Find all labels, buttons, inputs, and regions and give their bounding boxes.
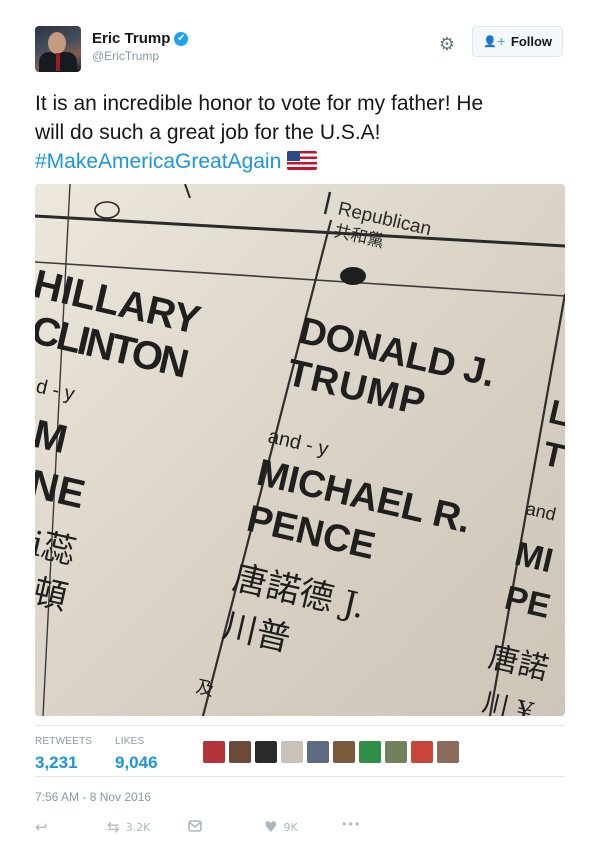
heart-icon: ♥ — [264, 818, 278, 836]
liker-avatar[interactable] — [307, 741, 329, 763]
tweet-text: It is an incredible honor to vote for my… — [35, 89, 565, 176]
liker-avatar[interactable] — [229, 741, 251, 763]
like-count: 9K — [283, 820, 298, 834]
tweet-photo[interactable]: Republican 共和黨 HILLARY CLINTON d - y M N… — [35, 184, 565, 716]
reply-button[interactable]: ↩ — [35, 818, 48, 836]
retweets-count: 3,231 — [35, 753, 78, 772]
liker-avatar[interactable] — [359, 741, 381, 763]
ballot-bubble-filled — [340, 267, 366, 285]
liker-avatar[interactable] — [333, 741, 355, 763]
liker-avatars — [203, 741, 459, 763]
retweet-button[interactable]: ⇆ 3.2K — [107, 818, 150, 836]
liker-avatar[interactable] — [255, 741, 277, 763]
verified-badge-icon: ✔ — [174, 31, 189, 46]
ballot-illustration: Republican 共和黨 HILLARY CLINTON d - y M N… — [35, 184, 565, 716]
stats-bottom-divider — [35, 776, 565, 777]
user-handle[interactable]: @EricTrump — [92, 49, 188, 63]
gear-icon[interactable]: ⚙ — [436, 34, 458, 56]
likes-stat[interactable]: LIKES 9,046 — [115, 736, 158, 773]
retweet-count: 3.2K — [125, 820, 151, 834]
avatar-face — [48, 32, 66, 54]
user-avatar[interactable] — [35, 26, 81, 72]
tweet-timestamp[interactable]: 7:56 AM - 8 Nov 2016 — [35, 790, 151, 804]
reply-icon: ↩ — [35, 818, 48, 836]
likes-count: 9,046 — [115, 753, 158, 772]
like-button[interactable]: ♥ 9K — [264, 818, 298, 836]
liker-avatar[interactable] — [281, 741, 303, 763]
dm-button[interactable] — [188, 818, 202, 836]
tweet-actions: ↩ ⇆ 3.2K ♥ 9K ••• — [35, 818, 565, 838]
liker-avatar[interactable] — [411, 741, 433, 763]
retweets-label: RETWEETS — [35, 736, 93, 747]
tweet-header: Eric Trump ✔ @EricTrump ⚙ 👤+ Follow — [35, 26, 565, 72]
liker-avatar[interactable] — [385, 741, 407, 763]
follow-label: Follow — [510, 34, 553, 49]
envelope-icon — [188, 818, 202, 836]
stats-top-divider — [35, 725, 565, 726]
likes-label: LIKES — [115, 736, 145, 747]
more-button[interactable]: ••• — [341, 818, 360, 831]
tweet-text-line-1: It is an incredible honor to vote for my… — [35, 92, 484, 115]
tweet-hashtag-line: #MakeAmericaGreatAgain — [35, 147, 565, 176]
liker-avatar[interactable] — [437, 741, 459, 763]
retweet-icon: ⇆ — [107, 818, 120, 836]
user-name-block[interactable]: Eric Trump ✔ @EricTrump — [92, 30, 189, 63]
tweet-text-line-2: will do such a great job for the U.S.A! — [35, 121, 381, 144]
retweets-stat[interactable]: RETWEETS 3,231 — [35, 736, 92, 773]
avatar-tie — [56, 53, 60, 71]
display-name[interactable]: Eric Trump — [92, 30, 170, 47]
more-icon: ••• — [341, 818, 361, 831]
follow-person-icon: 👤+ — [482, 35, 506, 48]
follow-button[interactable]: 👤+ Follow — [472, 26, 563, 57]
hashtag-link[interactable]: #MakeAmericaGreatAgain — [35, 150, 281, 173]
name-row: Eric Trump ✔ — [92, 30, 189, 47]
liker-avatar[interactable] — [203, 741, 225, 763]
us-flag-icon — [287, 151, 318, 170]
